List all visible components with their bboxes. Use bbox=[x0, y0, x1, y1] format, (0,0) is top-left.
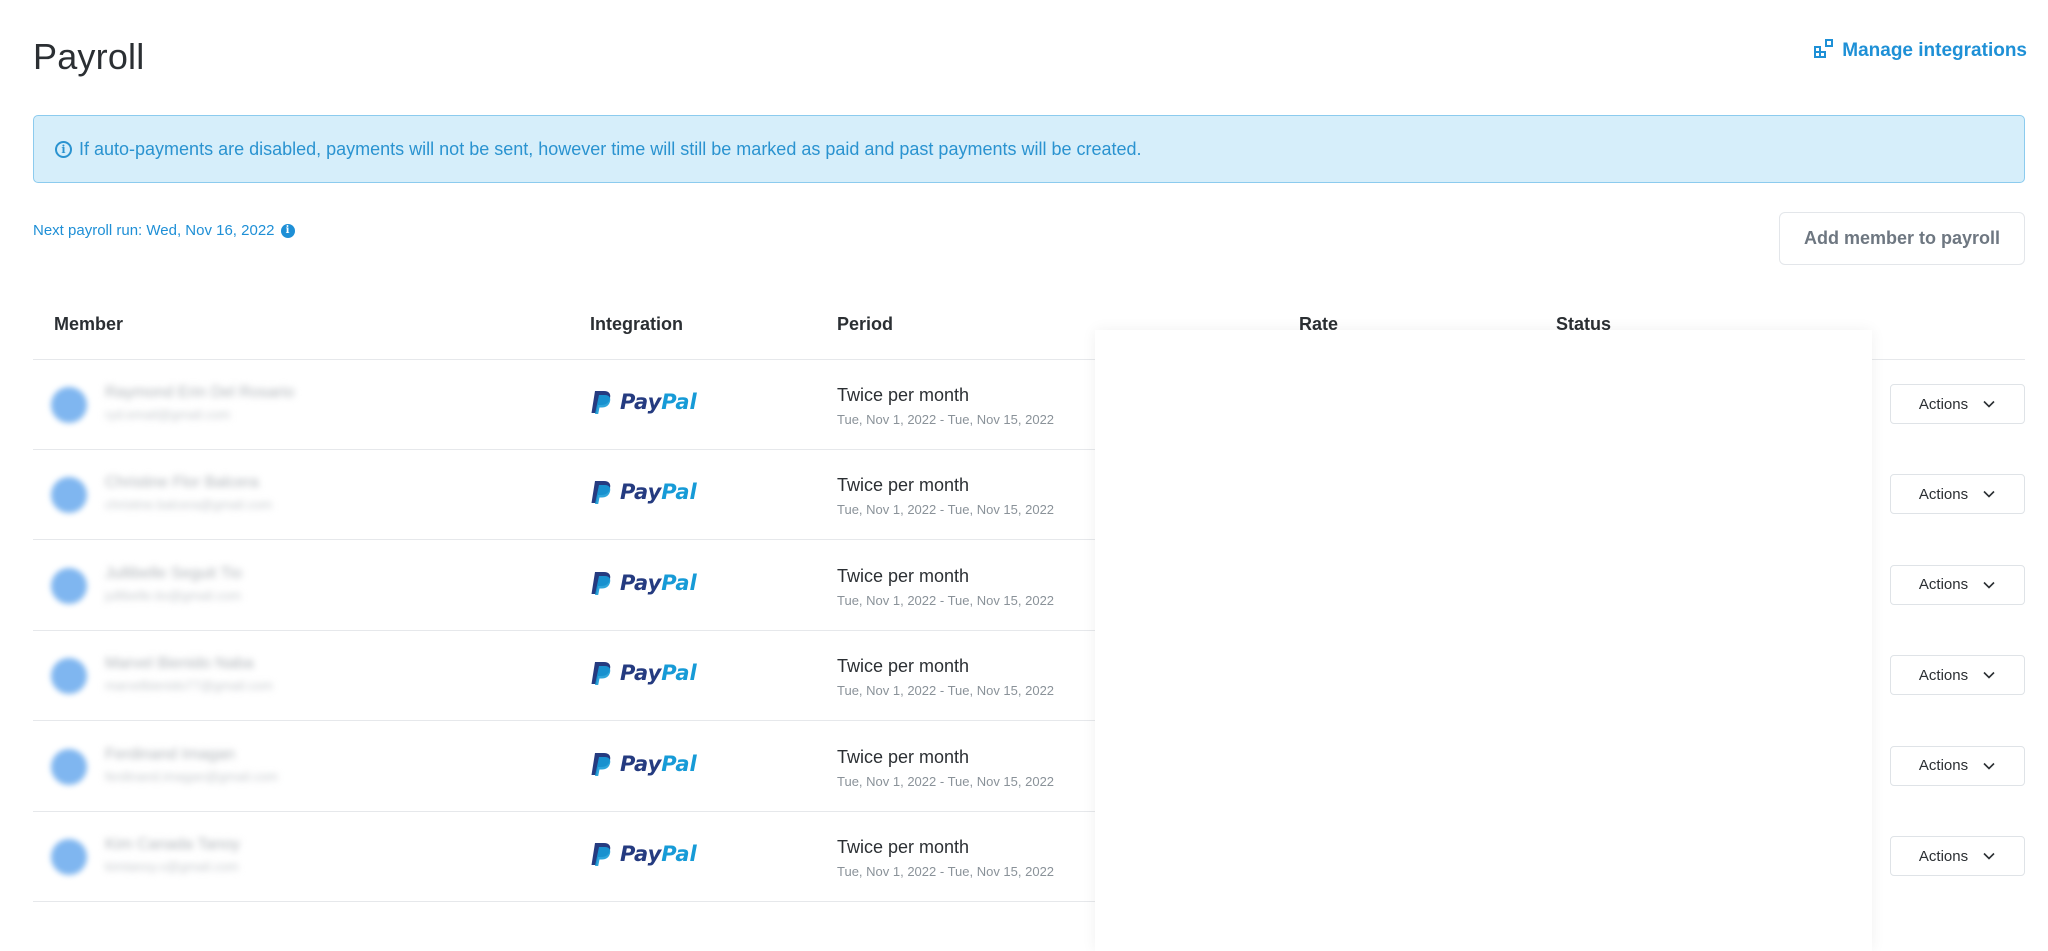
chevron-down-icon bbox=[1983, 400, 1995, 408]
column-header-integration: Integration bbox=[590, 314, 683, 334]
paypal-wordmark-pay: Pay bbox=[620, 751, 662, 776]
period-range: Tue, Nov 1, 2022 - Tue, Nov 15, 2022 bbox=[837, 864, 1055, 879]
paypal-wordmark-pay: Pay bbox=[620, 842, 662, 866]
chevron-down-icon bbox=[1983, 491, 1995, 499]
paypal-wordmark-pal: Pal bbox=[661, 480, 697, 505]
paypal-icon bbox=[591, 843, 611, 866]
paypal-wordmark: PayPal bbox=[620, 571, 697, 595]
member-email: marvelbienido77@gmail.com bbox=[105, 678, 273, 694]
overlay-panel bbox=[1095, 330, 1872, 951]
column-header-period: Period bbox=[837, 314, 894, 334]
paypal-icon bbox=[591, 662, 611, 686]
paypal-wordmark-pal: Pal bbox=[661, 751, 697, 776]
chevron-down-icon bbox=[1983, 762, 1995, 770]
member-name: Ferdinand Imagan bbox=[105, 745, 235, 763]
period-frequency: Twice per month bbox=[837, 385, 970, 405]
avatar bbox=[51, 839, 87, 875]
paypal-logo: PayPal bbox=[590, 751, 697, 777]
manage-integrations-link[interactable]: Manage integrations bbox=[1814, 38, 2027, 64]
paypal-wordmark-pay: Pay bbox=[620, 480, 662, 505]
actions-dropdown[interactable]: Actions bbox=[1890, 564, 2025, 605]
period-frequency: Twice per month bbox=[837, 746, 970, 767]
column-header-member: Member bbox=[54, 314, 124, 334]
paypal-wordmark-pal: Pal bbox=[661, 570, 697, 595]
actions-dropdown[interactable]: Actions bbox=[1890, 745, 2025, 786]
info-banner: i If auto-payments are disabled, payment… bbox=[33, 115, 2025, 183]
banner-text: If auto-payments are disabled, payments … bbox=[79, 138, 1142, 159]
paypal-wordmark: PayPal bbox=[620, 752, 697, 776]
paypal-wordmark-pal: Pal bbox=[661, 842, 697, 866]
member-name: Christine Flor Balcera bbox=[105, 474, 259, 492]
member-name: Jullibelle Seguit Tio bbox=[105, 564, 242, 582]
integrations-icon bbox=[1814, 38, 1834, 64]
add-member-to-payroll-button[interactable]: Add member to payroll bbox=[1779, 212, 2025, 265]
period-range: Tue, Nov 1, 2022 - Tue, Nov 15, 2022 bbox=[837, 683, 1055, 699]
paypal-wordmark-pay: Pay bbox=[620, 661, 662, 686]
paypal-wordmark-pal: Pal bbox=[661, 661, 697, 686]
member-email: ryd.email@gmail.com bbox=[105, 407, 231, 422]
period-frequency: Twice per month bbox=[837, 837, 970, 857]
member-email: jullibelle.tio@gmail.com bbox=[105, 587, 242, 603]
period-frequency: Twice per month bbox=[837, 656, 970, 677]
period-frequency: Twice per month bbox=[837, 475, 970, 496]
avatar bbox=[51, 387, 87, 423]
avatar bbox=[51, 477, 87, 514]
paypal-logo: PayPal bbox=[590, 389, 697, 415]
period-range: Tue, Nov 1, 2022 - Tue, Nov 15, 2022 bbox=[837, 592, 1055, 608]
paypal-logo: PayPal bbox=[590, 479, 697, 505]
paypal-icon bbox=[591, 481, 611, 505]
actions-dropdown[interactable]: Actions bbox=[1890, 655, 2025, 696]
period-range: Tue, Nov 1, 2022 - Tue, Nov 15, 2022 bbox=[837, 412, 1055, 427]
paypal-logo: PayPal bbox=[590, 841, 697, 867]
member-email: kimtanoy.v@gmail.com bbox=[105, 859, 239, 874]
member-email: christine.balcera@gmail.com bbox=[105, 497, 273, 513]
actions-dropdown[interactable]: Actions bbox=[1890, 836, 2025, 876]
page-title: Payroll bbox=[33, 36, 145, 77]
avatar bbox=[51, 567, 87, 604]
paypal-logo: PayPal bbox=[590, 570, 697, 596]
paypal-icon bbox=[591, 391, 611, 414]
member-name: Marvel Bienido Naba bbox=[105, 655, 254, 673]
member-name: Kim Canada Tanoy bbox=[105, 836, 240, 853]
member-email: ferdinand.imagan@gmail.com bbox=[105, 768, 278, 784]
manage-integrations-label: Manage integrations bbox=[1842, 40, 2027, 61]
paypal-wordmark-pay: Pay bbox=[620, 570, 662, 595]
avatar bbox=[51, 748, 87, 785]
paypal-wordmark-pay: Pay bbox=[620, 390, 662, 414]
info-icon: i bbox=[55, 140, 72, 158]
paypal-wordmark: PayPal bbox=[620, 480, 697, 504]
paypal-icon bbox=[591, 752, 611, 776]
actions-dropdown[interactable]: Actions bbox=[1890, 474, 2025, 515]
member-name: Raymond Erin Del Rosario bbox=[105, 384, 295, 401]
info-icon[interactable]: i bbox=[280, 223, 295, 238]
actions-label: Actions bbox=[1918, 576, 1969, 594]
next-payroll-run-text: Next payroll run: Wed, Nov 16, 2022 bbox=[33, 222, 275, 239]
period-frequency: Twice per month bbox=[837, 565, 970, 586]
period-range: Tue, Nov 1, 2022 - Tue, Nov 15, 2022 bbox=[837, 773, 1055, 789]
actions-label: Actions bbox=[1918, 757, 1969, 775]
row-divider bbox=[33, 901, 1095, 902]
actions-label: Actions bbox=[1918, 485, 1969, 503]
paypal-wordmark-pal: Pal bbox=[661, 390, 697, 414]
paypal-logo: PayPal bbox=[590, 660, 697, 686]
chevron-down-icon bbox=[1983, 852, 1995, 860]
actions-label: Actions bbox=[1918, 666, 1969, 684]
actions-dropdown[interactable]: Actions bbox=[1890, 384, 2025, 424]
actions-label: Actions bbox=[1918, 395, 1969, 413]
paypal-wordmark: PayPal bbox=[620, 390, 697, 414]
actions-label: Actions bbox=[1918, 847, 1969, 865]
chevron-down-icon bbox=[1983, 672, 1995, 679]
chevron-down-icon bbox=[1983, 581, 1995, 589]
period-range: Tue, Nov 1, 2022 - Tue, Nov 15, 2022 bbox=[837, 502, 1055, 518]
paypal-wordmark: PayPal bbox=[620, 661, 697, 685]
paypal-icon bbox=[591, 571, 611, 595]
paypal-wordmark: PayPal bbox=[620, 842, 697, 866]
avatar bbox=[51, 658, 87, 695]
next-payroll-run: Next payroll run: Wed, Nov 16, 2022 i bbox=[33, 222, 295, 239]
